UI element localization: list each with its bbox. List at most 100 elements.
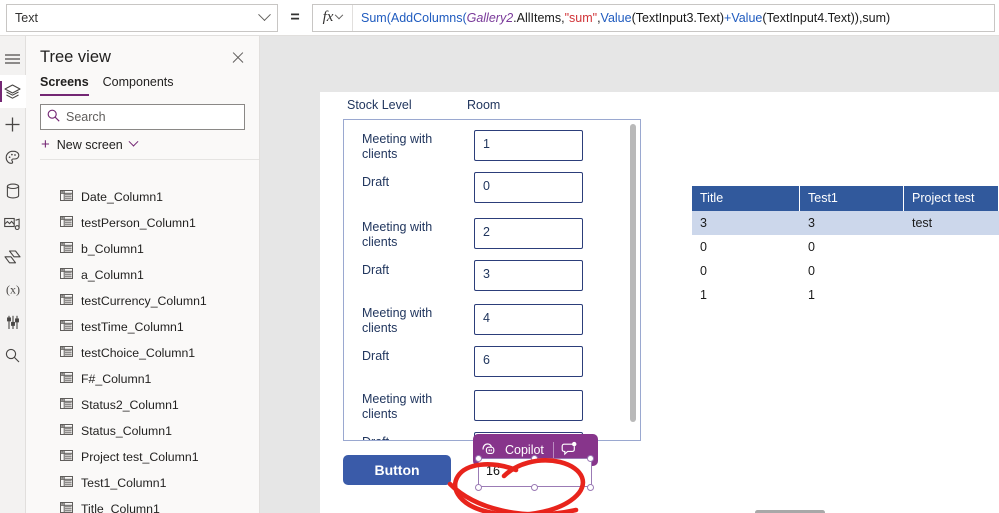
- resize-handle-bottom-right[interactable]: [587, 484, 594, 491]
- data-table-column-header[interactable]: Project test: [904, 186, 999, 211]
- gallery-item-label-stock-level: Meeting with clients: [362, 392, 433, 421]
- gallery-text-input-room[interactable]: 2: [474, 218, 583, 249]
- gallery-text-input-room[interactable]: 4: [474, 304, 583, 335]
- hamburger-menu-icon[interactable]: [0, 42, 26, 75]
- equals-sign: =: [290, 8, 300, 26]
- tree-item-label: a_Column1: [81, 268, 144, 282]
- sidebar-item-tree-view[interactable]: [0, 75, 26, 108]
- gallery-text-input-draft[interactable]: 6: [474, 346, 583, 377]
- gallery-scrollbar[interactable]: [630, 124, 636, 422]
- gallery-text-input-room[interactable]: [474, 390, 583, 421]
- gallery-control[interactable]: Meeting with clients 1 Draft 0 Meeting with …: [343, 119, 641, 441]
- table-cell: [904, 235, 999, 259]
- table-cell: 0: [700, 264, 707, 278]
- tree-item-b-column1[interactable]: b_Column1: [26, 236, 259, 262]
- database-data-icon[interactable]: [0, 174, 26, 207]
- search-input[interactable]: Search: [40, 104, 245, 130]
- gallery-item-label-draft: Draft: [362, 435, 447, 440]
- chevron-down-icon: [335, 10, 344, 19]
- table-column-icon: [60, 450, 73, 464]
- resize-handle-bottom-center[interactable]: [531, 484, 538, 491]
- tab-components[interactable]: Components: [103, 75, 174, 96]
- table-row[interactable]: 00: [692, 259, 999, 283]
- data-table-column-header[interactable]: Title: [692, 186, 800, 211]
- resize-handle-top-center[interactable]: [531, 455, 538, 462]
- tree-item-project-test-column1[interactable]: Project test_Column1: [26, 444, 259, 470]
- media-icon[interactable]: [0, 207, 26, 240]
- save-button[interactable]: Button: [343, 455, 451, 485]
- formula-token: ,sum): [858, 10, 891, 25]
- table-row[interactable]: 3 3 test: [692, 211, 999, 235]
- gallery-item-label-draft: Draft: [362, 349, 390, 363]
- gallery-item-label-draft: Draft: [362, 175, 390, 189]
- data-table-column-header[interactable]: Test1: [800, 186, 904, 211]
- tree-item-f-column1[interactable]: F#_Column1: [26, 366, 259, 392]
- app-canvas: Stock Level Room Meeting with clients 1 Dr…: [260, 36, 999, 513]
- formula-token: .AllItems,: [513, 10, 565, 25]
- formula-input-wrapper[interactable]: fx Sum(AddColumns(Gallery2.AllItems,"sum…: [312, 3, 995, 32]
- table-cell: 3: [700, 216, 707, 230]
- tree-item-label: Test1_Column1: [81, 476, 167, 490]
- tree-item-testchoice-column1[interactable]: testChoice_Column1: [26, 340, 259, 366]
- palette-theme-icon[interactable]: [0, 141, 26, 174]
- tree-item-testperson-column1[interactable]: testPerson_Column1: [26, 210, 259, 236]
- fx-button[interactable]: fx: [313, 4, 353, 31]
- table-cell: 1: [808, 288, 815, 302]
- plus-insert-icon[interactable]: [0, 108, 26, 141]
- chevron-down-icon[interactable]: [128, 136, 139, 147]
- tree-item-label: Project test_Column1: [81, 450, 199, 464]
- data-table[interactable]: Title Test1 Project test 3 3 test 0 0 0 0 1 1: [692, 186, 999, 307]
- table-cell: 1: [700, 288, 707, 302]
- gallery-text-input-draft[interactable]: 0: [474, 172, 583, 203]
- copilot-label: Copilot: [505, 443, 544, 457]
- tree-item-testtime-column1[interactable]: testTime_Column1: [26, 314, 259, 340]
- layers-tree-view-icon: [4, 83, 21, 100]
- tree-item-list[interactable]: Date_Column1 testPerson_Column1 b_Column1a…: [26, 184, 259, 513]
- formula-input[interactable]: Sum(AddColumns(Gallery2.AllItems,"sum",V…: [353, 11, 994, 25]
- resize-handle-top-right[interactable]: [587, 455, 594, 462]
- table-column-icon: [60, 216, 73, 230]
- chat-bubble-icon[interactable]: [561, 441, 577, 459]
- search-placeholder-text: Search: [66, 110, 106, 124]
- tree-view-header: Tree view: [26, 36, 259, 71]
- close-icon[interactable]: [229, 49, 247, 67]
- table-cell: 0: [700, 240, 707, 254]
- selected-label-control[interactable]: 16: [475, 455, 594, 491]
- variables-x-icon[interactable]: (x): [0, 273, 26, 306]
- new-screen-button[interactable]: + New screen: [26, 130, 259, 159]
- formula-bar: Text = fx Sum(AddColumns(Gallery2.AllIte…: [0, 0, 999, 36]
- table-row[interactable]: 00: [692, 235, 999, 259]
- table-row[interactable]: 11: [692, 283, 999, 307]
- resize-handle-top-left[interactable]: [475, 455, 482, 462]
- tree-item-status-column1[interactable]: Status_Column1: [26, 418, 259, 444]
- power-automate-icon[interactable]: [0, 240, 26, 273]
- left-icon-rail: (x): [0, 36, 26, 513]
- resize-handle-bottom-left[interactable]: [475, 484, 482, 491]
- tree-item-label: testCurrency_Column1: [81, 294, 207, 308]
- formula-token: Sum(: [361, 10, 391, 25]
- gallery-text-input-room[interactable]: 1: [474, 130, 583, 161]
- gallery-column-header-room: Room: [467, 98, 501, 112]
- tree-item-label: Status_Column1: [81, 424, 172, 438]
- tree-item-status2-column1[interactable]: Status2_Column1: [26, 392, 259, 418]
- tree-item-title-column1[interactable]: Title_Column1: [26, 496, 259, 513]
- tree-item-label: Date_Column1: [81, 190, 164, 204]
- tree-item-a-column1[interactable]: a_Column1: [26, 262, 259, 288]
- tree-item-date-column1[interactable]: Date_Column1: [26, 184, 259, 210]
- divider: [40, 159, 259, 160]
- copilot-icon: [481, 441, 498, 459]
- table-column-icon: [60, 320, 73, 334]
- table-cell: test: [912, 216, 933, 230]
- table-column-icon: [60, 294, 73, 308]
- tree-view-panel: Tree view Screens Components Search + Ne…: [26, 36, 260, 513]
- settings-sliders-icon[interactable]: [0, 306, 26, 339]
- property-dropdown[interactable]: Text: [6, 3, 278, 32]
- tab-screens[interactable]: Screens: [40, 75, 89, 96]
- tree-item-test1-column1[interactable]: Test1_Column1: [26, 470, 259, 496]
- property-dropdown-value: Text: [15, 10, 38, 25]
- tree-item-testcurrency-column1[interactable]: testCurrency_Column1: [26, 288, 259, 314]
- search-icon[interactable]: [0, 339, 26, 372]
- gallery-text-input-draft[interactable]: 3: [474, 260, 583, 291]
- tree-item-label: F#_Column1: [81, 372, 152, 386]
- data-table-body[interactable]: 3 3 test 0 0 0 0 1 1: [692, 211, 999, 307]
